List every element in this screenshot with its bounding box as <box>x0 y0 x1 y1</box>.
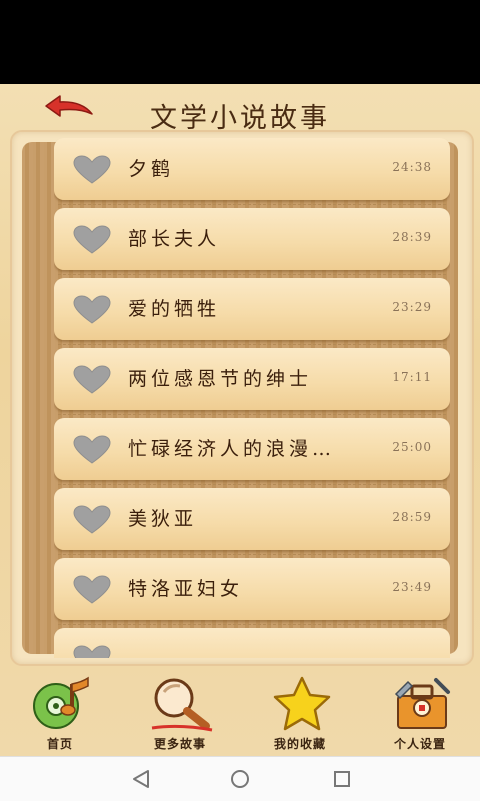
story-duration: 28:39 <box>392 230 432 244</box>
stitch-divider <box>58 274 446 275</box>
story-title: 部长夫人 <box>128 228 221 250</box>
back-triangle-icon <box>133 770 149 788</box>
story-title: 爱的牺牲 <box>128 298 221 320</box>
nav-home-button[interactable] <box>220 767 260 791</box>
story-duration: 28:59 <box>392 510 432 524</box>
tab-favorites[interactable]: 我的收藏 <box>240 674 360 756</box>
story-item[interactable]: 夕鹤 24:38 <box>54 138 450 205</box>
story-item[interactable] <box>54 628 450 658</box>
settings-toolbox-icon <box>394 678 450 729</box>
story-duration: 23:29 <box>392 300 432 314</box>
tab-settings-label: 个人设置 <box>393 737 446 751</box>
favorite-heart-icon[interactable] <box>72 155 112 185</box>
app-screen: 文学小说故事 夕鹤 24:38 部长夫人 28:39 爱的牺牲 23:29 两位感恩节的绅士… <box>0 84 480 756</box>
favorite-heart-icon[interactable] <box>72 505 112 535</box>
story-title: 忙碌经济人的浪漫… <box>128 438 336 460</box>
story-item[interactable]: 爱的牺牲 23:29 <box>54 278 450 345</box>
story-item[interactable]: 美狄亚 28:59 <box>54 488 450 555</box>
favorite-heart-icon[interactable] <box>72 225 112 255</box>
story-duration: 17:11 <box>392 370 432 384</box>
tab-more-stories-label: 更多故事 <box>153 737 206 751</box>
nav-back-button[interactable] <box>122 767 162 791</box>
stitch-divider <box>58 484 446 485</box>
bottom-tab-bar: 首页 更多故事 我的收藏 个人设置 <box>0 674 480 756</box>
story-duration: 25:00 <box>392 440 432 454</box>
tab-home-label: 首页 <box>46 737 73 751</box>
favorite-heart-icon[interactable] <box>72 365 112 395</box>
tab-settings[interactable]: 个人设置 <box>360 674 480 756</box>
tab-more-stories[interactable]: 更多故事 <box>120 674 240 756</box>
home-circle-icon <box>231 770 249 788</box>
story-title: 美狄亚 <box>128 508 198 530</box>
nav-recents-button[interactable] <box>322 767 362 791</box>
tab-home[interactable]: 首页 <box>0 674 120 756</box>
story-title: 两位感恩节的绅士 <box>128 368 313 390</box>
favorite-heart-icon[interactable] <box>72 435 112 465</box>
home-music-icon <box>33 676 89 729</box>
story-list[interactable]: 夕鹤 24:38 部长夫人 28:39 爱的牺牲 23:29 两位感恩节的绅士 17:11 忙碌… <box>54 138 450 658</box>
star-icon <box>273 676 331 731</box>
story-duration: 23:49 <box>392 580 432 594</box>
stitch-divider <box>58 624 446 625</box>
story-title: 特洛亚妇女 <box>128 578 244 600</box>
system-nav-bar <box>0 756 480 801</box>
favorite-heart-icon[interactable] <box>72 645 112 658</box>
stitch-divider <box>58 204 446 205</box>
tab-favorites-label: 我的收藏 <box>273 737 326 751</box>
story-item[interactable]: 两位感恩节的绅士 17:11 <box>54 348 450 415</box>
story-item[interactable]: 忙碌经济人的浪漫… 25:00 <box>54 418 450 485</box>
stitch-divider <box>58 414 446 415</box>
favorite-heart-icon[interactable] <box>72 295 112 325</box>
status-bar <box>0 0 480 84</box>
story-title: 夕鹤 <box>128 158 175 180</box>
story-duration: 24:38 <box>392 160 432 174</box>
favorite-heart-icon[interactable] <box>72 575 112 605</box>
story-item[interactable]: 部长夫人 28:39 <box>54 208 450 275</box>
story-item[interactable]: 特洛亚妇女 23:49 <box>54 558 450 625</box>
recents-square-icon <box>334 771 350 787</box>
magnifier-icon <box>151 678 213 732</box>
stitch-divider <box>58 554 446 555</box>
stitch-divider <box>58 344 446 345</box>
